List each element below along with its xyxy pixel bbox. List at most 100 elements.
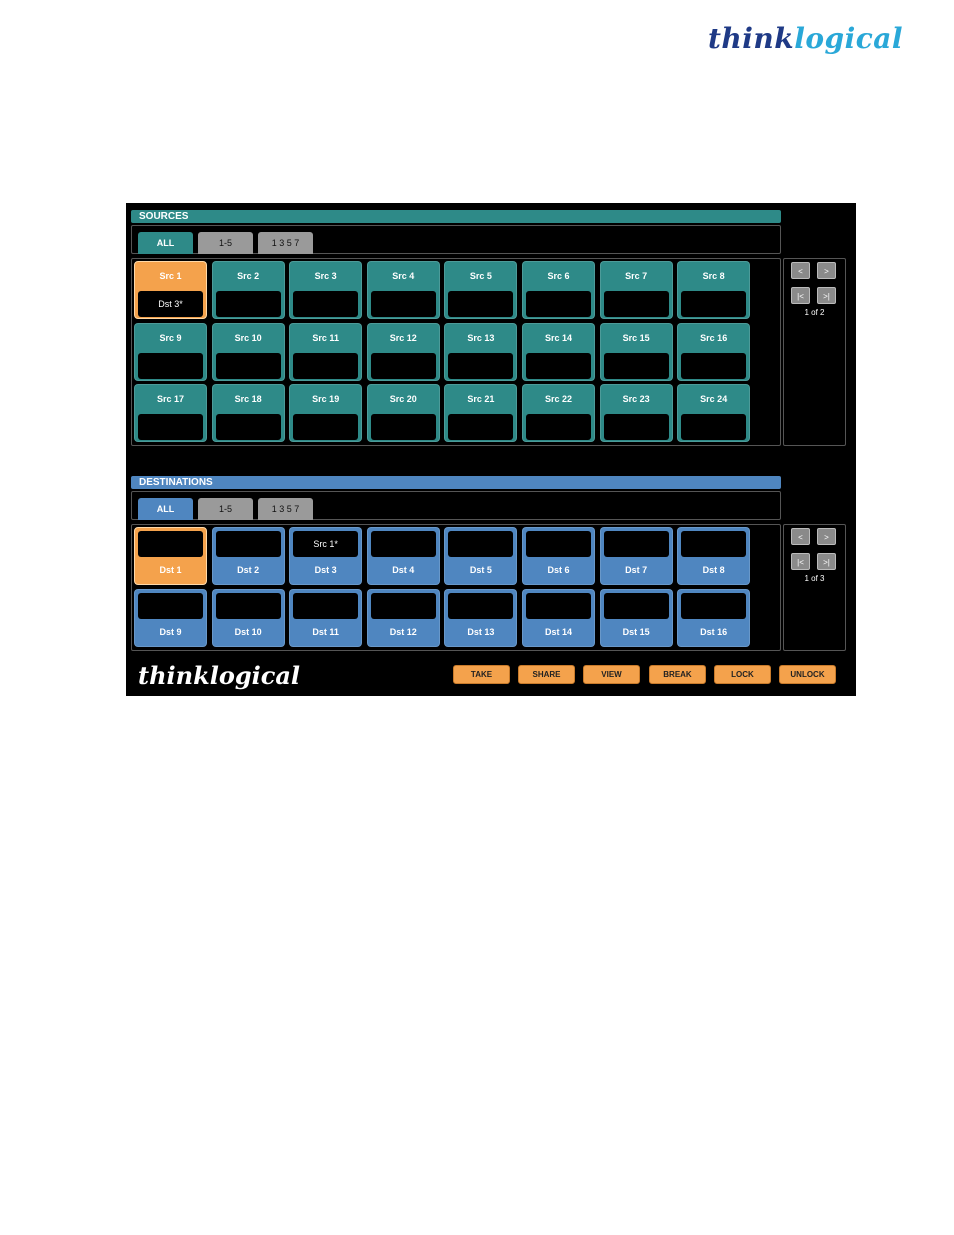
source-tile[interactable]: Src 14 bbox=[522, 322, 595, 381]
tile-label: Src 11 bbox=[312, 332, 339, 343]
tile-label: Dst 7 bbox=[625, 565, 648, 575]
break-button[interactable]: BREAK bbox=[649, 665, 706, 684]
destination-tile[interactable]: Dst 16 bbox=[677, 588, 751, 647]
tile-connection bbox=[526, 531, 591, 557]
source-tile[interactable]: Src 13 bbox=[444, 322, 518, 381]
source-tile[interactable]: Src 12 bbox=[366, 322, 440, 381]
tile-label: Src 20 bbox=[389, 394, 417, 404]
destinations-tabbar: ALL 1-5 1 3 5 7 bbox=[131, 491, 781, 520]
destination-tile[interactable]: Dst 6 bbox=[522, 527, 595, 585]
tile-label: Src 10 bbox=[234, 332, 262, 343]
destinations-tab-1-5[interactable]: 1-5 bbox=[198, 498, 253, 520]
sources-tab-all[interactable]: ALL bbox=[138, 232, 193, 254]
sources-next-button[interactable]: > bbox=[817, 262, 836, 279]
source-tile[interactable]: Src 2 bbox=[211, 261, 285, 319]
tile-label: Dst 4 bbox=[392, 565, 415, 575]
tile-label: Dst 13 bbox=[467, 626, 495, 637]
tile-connection bbox=[681, 291, 747, 317]
destination-tile[interactable]: Dst 15 bbox=[599, 588, 673, 647]
sources-tabbar: ALL 1-5 1 3 5 7 bbox=[131, 225, 781, 254]
destinations-next-button[interactable]: > bbox=[817, 528, 836, 545]
tile-label: Src 7 bbox=[625, 271, 648, 281]
share-button[interactable]: SHARE bbox=[518, 665, 575, 684]
source-tile[interactable]: Src 19 bbox=[289, 384, 363, 442]
tile-label: Src 17 bbox=[156, 394, 185, 404]
sources-tab-1-5[interactable]: 1-5 bbox=[198, 232, 253, 254]
destination-tile[interactable]: Dst 13 bbox=[444, 588, 518, 647]
source-tile[interactable]: Src 4 bbox=[366, 261, 440, 319]
source-tile[interactable]: Src 11 bbox=[289, 322, 363, 381]
tile-connection bbox=[681, 592, 747, 619]
destination-tile[interactable]: Dst 4 bbox=[366, 527, 440, 585]
sources-last-button[interactable]: >| bbox=[817, 287, 836, 304]
destinations-tab-all[interactable]: ALL bbox=[138, 498, 193, 520]
source-tile[interactable]: Src 6 bbox=[522, 261, 595, 319]
source-tile[interactable]: Src 9 bbox=[134, 322, 207, 381]
tile-connection bbox=[370, 531, 436, 557]
take-button[interactable]: TAKE bbox=[453, 665, 510, 684]
view-button[interactable]: VIEW bbox=[583, 665, 640, 684]
tile-connection bbox=[448, 531, 514, 557]
tile-connection bbox=[603, 414, 669, 440]
source-tile[interactable]: Src 16 bbox=[677, 322, 751, 381]
destination-tile[interactable]: Dst 9 bbox=[134, 588, 207, 647]
destination-tile[interactable]: Dst 7 bbox=[599, 527, 673, 585]
source-tile[interactable]: Src 17 bbox=[134, 384, 207, 442]
destination-tile[interactable]: Dst 10 bbox=[211, 588, 285, 647]
tile-connection bbox=[293, 291, 359, 317]
destination-tile[interactable]: Dst 5 bbox=[444, 527, 518, 585]
destinations-prev-button[interactable]: < bbox=[791, 528, 810, 545]
source-tile[interactable]: Src 8 bbox=[677, 261, 751, 319]
source-tile[interactable]: Src 3 bbox=[289, 261, 363, 319]
tile-connection bbox=[681, 352, 747, 379]
source-tile[interactable]: Src 20 bbox=[366, 384, 440, 442]
unlock-button[interactable]: UNLOCK bbox=[779, 665, 836, 684]
tile-label: Src 22 bbox=[544, 394, 573, 404]
tile-connection: Src 1* bbox=[293, 531, 359, 557]
tile-connection bbox=[603, 291, 669, 317]
tile-label: Src 15 bbox=[622, 332, 650, 343]
destinations-pager: < > |< >| 1 of 3 bbox=[783, 524, 846, 651]
tile-connection bbox=[526, 291, 591, 317]
source-tile[interactable]: Src 22 bbox=[522, 384, 595, 442]
destination-tile[interactable]: Dst 14 bbox=[522, 588, 595, 647]
destination-tile[interactable]: Dst 1 bbox=[134, 527, 207, 585]
destinations-header: DESTINATIONS bbox=[131, 476, 781, 489]
tile-label: Dst 14 bbox=[544, 626, 572, 637]
thinklogical-logo: thinklogical bbox=[708, 22, 904, 55]
destination-tile[interactable]: Dst 8 bbox=[677, 527, 751, 585]
destination-tile[interactable]: Dst 12 bbox=[366, 588, 440, 647]
destination-tile[interactable]: Dst 3 Src 1* bbox=[289, 527, 363, 585]
tile-label: Src 3 bbox=[314, 271, 337, 281]
tile-connection bbox=[293, 592, 359, 619]
tile-label: Src 16 bbox=[700, 332, 728, 343]
source-tile[interactable]: Src 23 bbox=[599, 384, 673, 442]
destination-tile[interactable]: Dst 11 bbox=[289, 588, 363, 647]
source-tile[interactable]: Src 1 Dst 3* bbox=[134, 261, 207, 319]
lock-button[interactable]: LOCK bbox=[714, 665, 771, 684]
source-tile[interactable]: Src 21 bbox=[444, 384, 518, 442]
sources-first-button[interactable]: |< bbox=[791, 287, 810, 304]
source-tile[interactable]: Src 7 bbox=[599, 261, 673, 319]
destinations-last-button[interactable]: >| bbox=[817, 553, 836, 570]
sources-prev-button[interactable]: < bbox=[791, 262, 810, 279]
tile-connection bbox=[138, 531, 203, 557]
source-tile[interactable]: Src 15 bbox=[599, 322, 673, 381]
tile-connection bbox=[448, 414, 514, 440]
tile-label: Dst 10 bbox=[234, 626, 262, 637]
tile-label: Src 9 bbox=[159, 332, 182, 343]
sources-tab-1357[interactable]: 1 3 5 7 bbox=[258, 232, 313, 254]
source-tile[interactable]: Src 5 bbox=[444, 261, 518, 319]
tile-connection bbox=[448, 291, 514, 317]
source-tile[interactable]: Src 18 bbox=[211, 384, 285, 442]
source-tile[interactable]: Src 24 bbox=[677, 384, 751, 442]
tile-connection bbox=[526, 414, 591, 440]
destination-tile[interactable]: Dst 2 bbox=[211, 527, 285, 585]
source-tile[interactable]: Src 10 bbox=[211, 322, 285, 381]
destinations-grid: Dst 1 Dst 2 Dst 3 Src 1* Dst 4 Dst 5 Dst 6 Dst … bbox=[131, 524, 781, 651]
destinations-first-button[interactable]: |< bbox=[791, 553, 810, 570]
destinations-tab-1357[interactable]: 1 3 5 7 bbox=[258, 498, 313, 520]
tile-label: Src 14 bbox=[544, 332, 573, 343]
tile-label: Dst 11 bbox=[312, 626, 339, 637]
tile-label: Dst 5 bbox=[469, 565, 492, 575]
